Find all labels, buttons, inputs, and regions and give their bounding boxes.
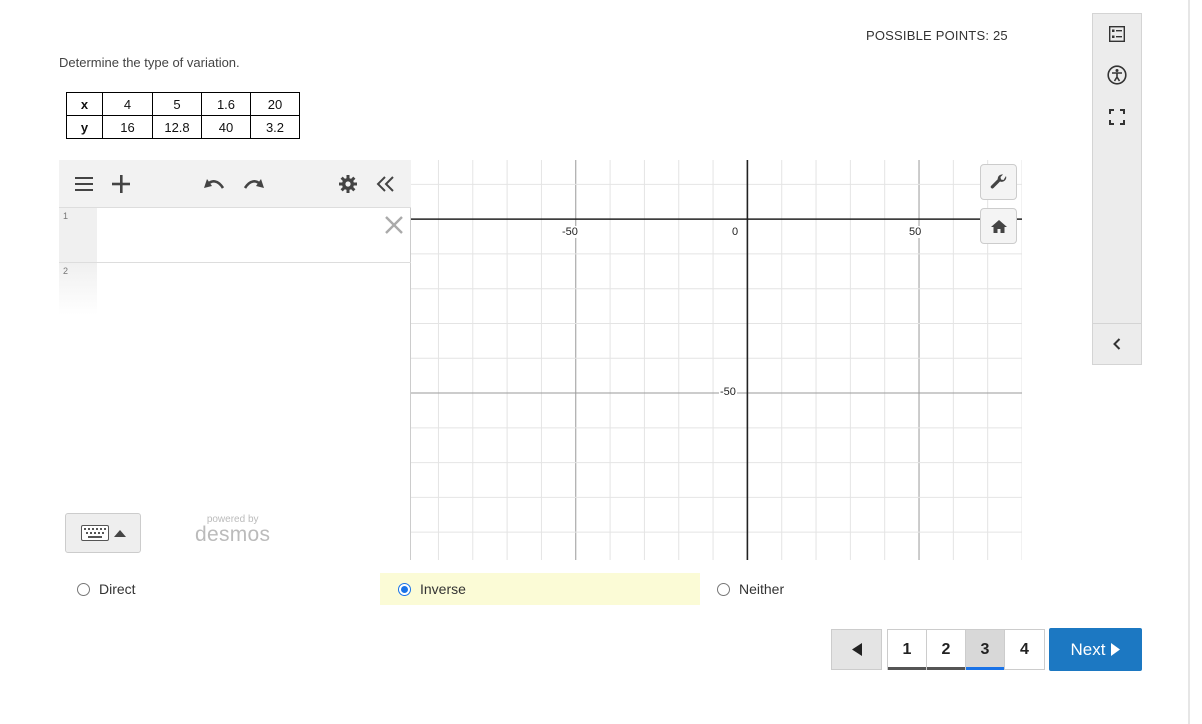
item-overview-icon[interactable] [1105,22,1129,46]
table-row: y 16 12.8 40 3.2 [66,115,300,139]
choice-inverse[interactable]: Inverse [380,573,700,605]
caret-left-icon [851,643,862,656]
table-cell: 1.6 [201,92,251,116]
graph-area[interactable]: -50 0 50 -50 [411,160,1022,560]
table-cell: 3.2 [250,115,300,139]
tools-sidebar [1092,13,1142,365]
graphing-calculator: 1 2 powered by desmos -50 0 50 -50 [59,160,1022,560]
choice-label: Direct [99,581,136,597]
graph-settings-button[interactable] [980,164,1017,200]
desmos-logo: desmos [195,523,271,546]
plus-icon[interactable] [108,172,134,196]
sidebar-divider [1093,323,1141,324]
next-label: Next [1070,639,1106,659]
choice-label: Inverse [420,581,466,597]
home-icon [990,220,1007,233]
desmos-branding: powered by desmos [195,514,270,547]
expression-row[interactable]: 1 [59,208,411,263]
page-button-3[interactable]: 3 [966,630,1005,670]
accessibility-icon[interactable] [1105,63,1129,87]
table-cell: 40 [201,115,251,139]
close-icon[interactable] [383,214,405,236]
expression-toolbar [59,160,411,208]
choice-neither[interactable]: Neither [710,573,910,605]
expression-row[interactable]: 2 [59,263,411,315]
page-button-2[interactable]: 2 [927,630,966,670]
xy-table: x 4 5 1.6 20 y 16 12.8 40 3.2 [66,92,300,139]
caret-up-icon [113,530,126,537]
choice-direct[interactable]: Direct [70,573,370,605]
page-button-4[interactable]: 4 [1005,630,1044,669]
caret-right-icon [1111,643,1121,656]
table-cell: 5 [152,92,202,116]
x-tick-label: -50 [561,226,579,238]
radio-button[interactable] [398,582,411,596]
radio-button[interactable] [77,582,90,596]
gear-icon[interactable] [335,172,361,196]
table-cell: 16 [102,115,153,139]
wrench-icon [990,174,1006,189]
possible-points: POSSIBLE POINTS: 25 [866,28,1008,43]
fullscreen-icon[interactable] [1105,105,1129,129]
previous-button[interactable] [831,629,882,670]
page-button-1[interactable]: 1 [888,630,927,670]
page-navigation: 1 2 3 4 [887,629,1045,670]
table-cell: 12.8 [152,115,202,139]
table-cell: 20 [250,92,300,116]
collapse-icon[interactable] [373,172,399,196]
row-header: y [66,115,103,139]
next-button[interactable]: Next [1049,628,1142,671]
choice-label: Neither [739,581,785,597]
y-tick-label: -50 [719,386,737,398]
redo-icon[interactable] [241,172,267,196]
menu-icon[interactable] [71,172,97,196]
undo-icon[interactable] [201,172,227,196]
expression-index: 2 [59,263,97,315]
table-cell: 4 [102,92,153,116]
question-prompt: Determine the type of variation. [59,55,240,70]
x-tick-label: 50 [908,226,923,238]
x-tick-label: 0 [731,226,740,238]
home-view-button[interactable] [980,208,1017,244]
graph-grid [411,160,1022,560]
keyboard-toggle-button[interactable] [65,513,141,553]
keyboard-icon [80,525,109,541]
expression-index: 1 [59,208,97,262]
expression-panel: 1 2 powered by desmos [59,160,411,560]
page-divider [1188,0,1190,724]
radio-button[interactable] [717,582,730,596]
collapse-sidebar-icon[interactable] [1105,332,1129,356]
table-row: x 4 5 1.6 20 [66,92,300,116]
row-header: x [66,92,103,116]
